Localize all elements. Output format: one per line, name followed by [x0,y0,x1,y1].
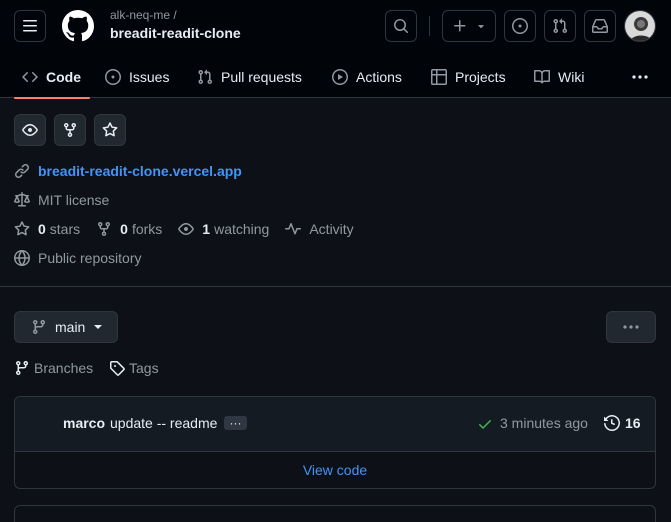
menu-button[interactable] [14,10,46,42]
git-branch-icon [14,360,30,376]
book-icon [534,69,550,85]
branches-label: Branches [34,360,94,376]
tab-wiki[interactable]: Wiki [526,56,592,98]
tabs-overflow-button[interactable] [624,67,656,87]
tags-label: Tags [129,360,159,376]
watch-button[interactable] [14,114,46,146]
file-list-box [14,505,656,522]
search-button[interactable] [385,10,417,42]
branch-name: main [55,319,86,335]
stars-label: stars [49,221,81,237]
star-icon [14,221,30,237]
visibility-label: Public repository [38,250,142,266]
commit-author-link[interactable]: marco [63,415,105,431]
globe-icon [14,250,30,266]
tab-code-label: Code [46,69,81,85]
commit-time: 3 minutes ago [500,415,588,431]
link-icon [14,163,30,179]
section-divider [0,286,671,287]
tab-issues[interactable]: Issues [97,56,177,98]
eye-icon [178,221,195,237]
latest-commit-header: marco update -- readme ··· 3 minutes ago… [15,397,655,452]
activity-label: Activity [309,221,354,237]
play-icon [332,69,348,85]
tab-projects-label: Projects [455,69,506,85]
table-icon [431,69,447,85]
star-icon [102,122,118,138]
branches-link[interactable]: Branches [14,358,93,378]
git-branch-icon [31,319,47,335]
create-new-button[interactable] [442,10,496,42]
commit-count-link[interactable]: 16 [625,415,641,431]
search-icon [393,18,409,34]
forks-link[interactable]: 0 forks [96,221,162,237]
watching-count: 1 [202,221,211,237]
license-row[interactable]: MIT license [14,190,109,210]
triangle-down-icon [93,324,103,330]
tab-pull-requests[interactable]: Pull requests [189,56,310,98]
repo-forked-icon [96,221,112,237]
hamburger-icon [22,18,38,34]
branch-selector-button[interactable]: main [14,311,118,343]
repo-forked-icon [62,122,78,138]
app-header: alk-neq-me / breadit-readit-clone Code I… [0,0,671,99]
inbox-icon [592,18,608,34]
license-label: MIT license [38,192,110,208]
law-icon [14,192,30,208]
tab-actions-label: Actions [356,69,402,85]
website-link[interactable]: breadit-readit-clone.vercel.app [38,163,242,179]
repo-name-link[interactable]: breadit-readit-clone [110,25,241,41]
code-icon [22,69,38,85]
watching-label: watching [214,221,270,237]
more-options-button[interactable] [606,311,656,343]
kebab-horizontal-icon [622,324,640,330]
website-row: breadit-readit-clone.vercel.app [14,161,242,181]
repo-tabs: Code Issues Pull requests Actions Projec… [0,56,671,99]
user-avatar[interactable] [624,10,656,42]
your-pull-requests-button[interactable] [544,10,576,42]
tab-wiki-label: Wiki [558,69,585,85]
pulse-icon [285,221,302,237]
stars-count: 0 [38,221,46,237]
repo-owner-link[interactable]: alk-neq-me / [110,8,177,22]
visibility-row: Public repository [14,248,142,268]
git-pull-request-icon [552,18,568,34]
commit-message-link[interactable]: update -- readme [110,415,217,431]
star-button[interactable] [94,114,126,146]
eye-icon [22,122,38,138]
stars-link[interactable]: 0 stars [14,221,80,237]
tab-pull-requests-label: Pull requests [221,69,302,85]
view-code-link[interactable]: View code [15,452,655,488]
tags-link[interactable]: Tags [109,358,159,378]
issue-opened-icon [512,18,528,34]
repo-stats-row: 0 stars 0 forks 1 watching Activity [14,219,370,239]
forks-label: forks [131,221,163,237]
history-icon[interactable] [604,415,620,431]
triangle-down-icon [476,21,486,31]
tab-issues-label: Issues [129,69,170,85]
header-divider [429,16,430,36]
plus-icon [452,18,468,34]
github-logo-icon[interactable] [61,10,94,42]
git-pull-request-icon [197,69,213,85]
activity-link[interactable]: Activity [285,221,354,237]
tab-code[interactable]: Code [14,56,90,99]
inbox-button[interactable] [584,10,616,42]
forks-count: 0 [120,221,128,237]
check-icon[interactable] [477,416,493,432]
fork-button[interactable] [54,114,86,146]
your-issues-button[interactable] [504,10,536,42]
kebab-horizontal-icon [631,74,649,80]
tab-projects[interactable]: Projects [423,56,514,98]
latest-commit-box: marco update -- readme ··· 3 minutes ago… [14,396,656,489]
tab-actions[interactable]: Actions [324,56,410,98]
tag-icon [109,360,125,376]
issue-opened-icon [105,69,121,85]
watching-link[interactable]: 1 watching [178,221,269,237]
commit-expand-button[interactable]: ··· [224,416,247,430]
